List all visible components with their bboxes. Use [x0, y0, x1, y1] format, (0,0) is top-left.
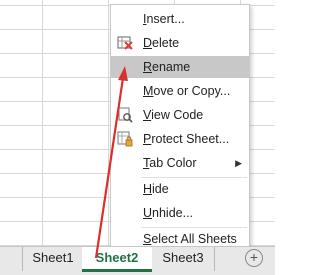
menu-item-label: Insert... — [143, 12, 185, 26]
menu-item-label: Delete — [143, 36, 180, 50]
menu-item-protect-sheet[interactable]: Protect Sheet... — [111, 128, 249, 150]
menu-item-label: Protect Sheet... — [143, 132, 230, 146]
sheet-tab-sheet2[interactable]: Sheet2 — [82, 247, 152, 272]
menu-item-label: Hide — [143, 182, 169, 196]
menu-item-move-or-copy[interactable]: Move or Copy... — [111, 80, 249, 102]
view-code-icon — [117, 107, 133, 123]
menu-item-label: Move or Copy... — [143, 84, 231, 98]
protect-sheet-icon — [117, 131, 133, 147]
menu-item-tab-color[interactable]: Tab Color ▶ — [111, 152, 249, 174]
menu-item-label: Rename — [143, 60, 191, 74]
sheet-context-menu: Insert... Delete Rename Move or Copy... — [110, 4, 250, 249]
plus-circle-icon[interactable]: + — [245, 249, 263, 267]
sheet-tab-bar: Sheet1 Sheet2 Sheet3 + — [0, 246, 275, 275]
sheet-tab-sheet3[interactable]: Sheet3 — [152, 247, 215, 271]
menu-item-delete[interactable]: Delete — [111, 32, 249, 54]
delete-sheet-icon — [117, 35, 133, 51]
menu-item-rename[interactable]: Rename — [111, 56, 249, 78]
submenu-arrow-icon: ▶ — [235, 158, 242, 168]
menu-item-label: Unhide... — [143, 206, 194, 220]
menu-item-label: View Code — [143, 108, 204, 122]
menu-item-label: Tab Color — [143, 156, 197, 170]
menu-item-view-code[interactable]: View Code — [111, 104, 249, 126]
sheet-tab-sheet1[interactable]: Sheet1 — [22, 247, 84, 271]
menu-item-unhide[interactable]: Unhide... — [111, 202, 249, 224]
menu-item-insert[interactable]: Insert... — [111, 8, 249, 30]
menu-item-hide[interactable]: Hide — [111, 178, 249, 200]
